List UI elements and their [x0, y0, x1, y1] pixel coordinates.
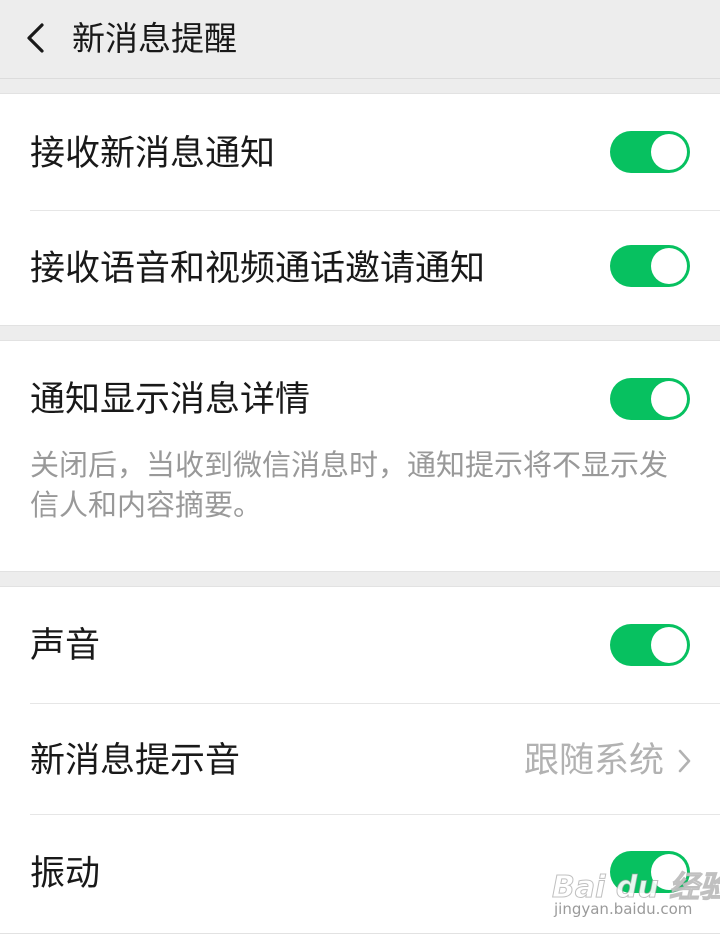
sound-toggle[interactable]: [610, 624, 690, 666]
back-button[interactable]: [16, 16, 56, 60]
details-section: 通知显示消息详情 关闭后，当收到微信消息时，通知提示将不显示发信人和内容摘要。: [0, 340, 720, 572]
receive-new-message-label: 接收新消息通知: [30, 134, 276, 174]
row-receive-new-message[interactable]: 接收新消息通知: [0, 94, 720, 210]
show-details-description: 关闭后，当收到微信消息时，通知提示将不显示发信人和内容摘要。: [30, 448, 669, 522]
toggle-knob: [651, 248, 687, 284]
chevron-left-icon: [27, 23, 44, 53]
ringtone-label: 新消息提示音: [30, 741, 241, 781]
vibrate-label: 振动: [30, 854, 101, 894]
receive-new-message-toggle[interactable]: [610, 131, 690, 173]
watermark-url: jingyan.baidu.com: [554, 900, 693, 918]
sound-label: 声音: [30, 626, 101, 666]
show-details-toggle[interactable]: [610, 378, 690, 420]
row-sound[interactable]: 声音: [0, 587, 720, 703]
top-nav-bar: 新消息提醒: [0, 0, 720, 79]
notification-section: 接收新消息通知 接收语音和视频通话邀请通知: [0, 93, 720, 326]
toggle-knob: [651, 134, 687, 170]
row-receive-call-invite[interactable]: 接收语音和视频通话邀请通知: [0, 211, 720, 326]
chevron-right-icon: [678, 749, 691, 773]
baidu-jingyan-watermark: Bai du 经验 jingyan.baidu.com: [551, 862, 720, 926]
receive-call-invite-toggle[interactable]: [610, 245, 690, 287]
ringtone-value: 跟随系统: [523, 741, 664, 781]
row-ringtone[interactable]: 新消息提示音 跟随系统: [0, 704, 720, 814]
toggle-knob: [651, 627, 687, 663]
show-details-label: 通知显示消息详情: [30, 380, 311, 420]
row-show-details[interactable]: 通知显示消息详情 关闭后，当收到微信消息时，通知提示将不显示发信人和内容摘要。: [0, 341, 720, 573]
page-title: 新消息提醒: [72, 19, 237, 58]
toggle-knob: [651, 381, 687, 417]
receive-call-invite-label: 接收语音和视频通话邀请通知: [30, 249, 486, 289]
